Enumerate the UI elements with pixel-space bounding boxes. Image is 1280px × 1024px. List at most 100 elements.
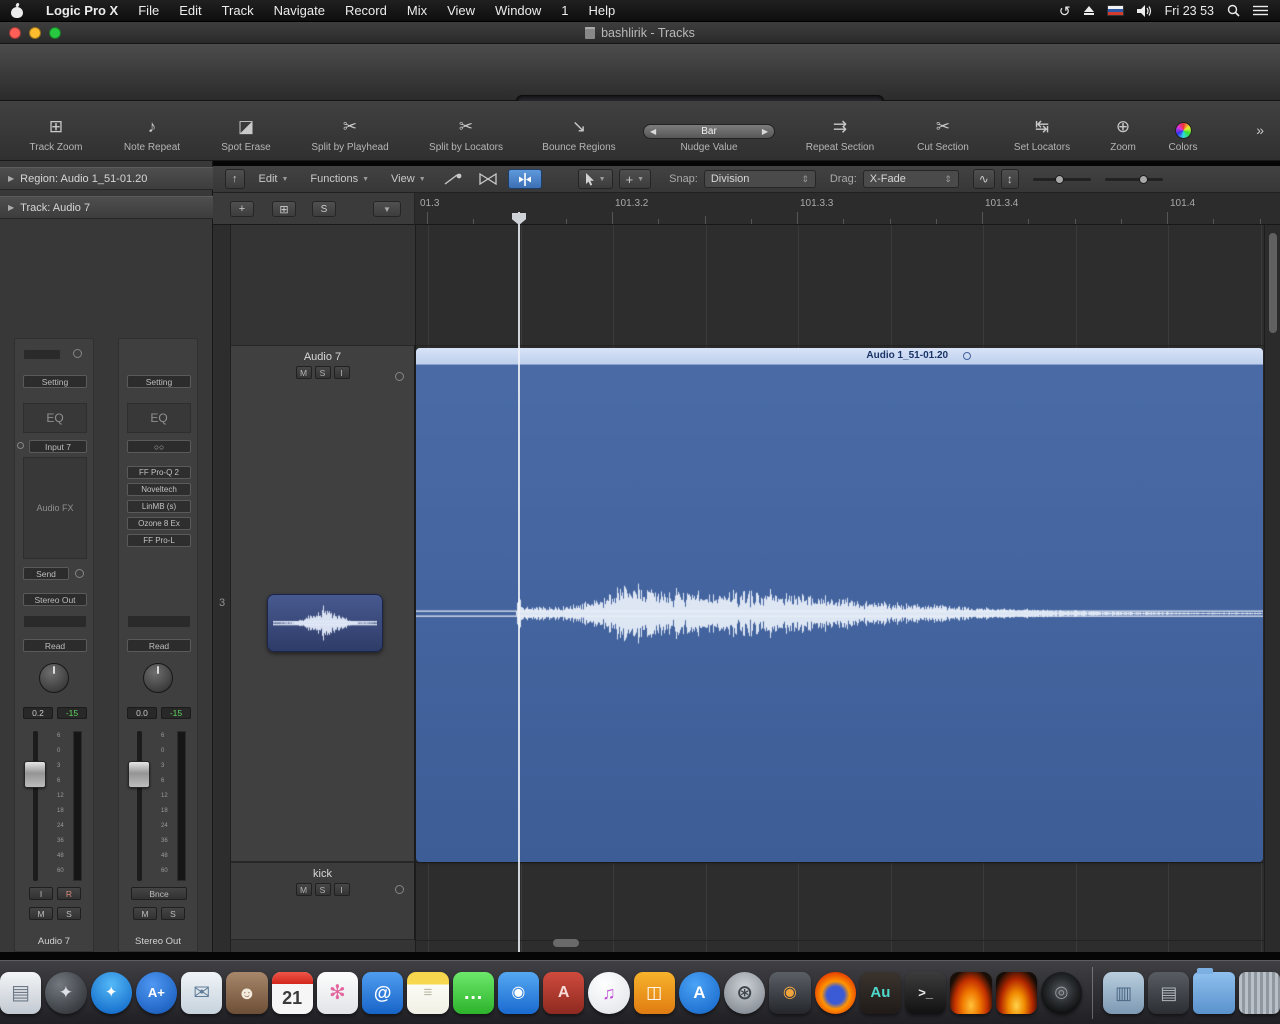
- snap-dropdown[interactable]: Division ⇕: [703, 170, 816, 188]
- dock-system-preferences-icon[interactable]: ⊛: [724, 971, 766, 1014]
- group-slot[interactable]: [23, 615, 87, 628]
- format-button[interactable]: ○○: [127, 440, 191, 453]
- dock-dictionary-icon[interactable]: A: [543, 971, 585, 1014]
- region-name[interactable]: Audio 1_51-01.20: [866, 350, 948, 361]
- solo-button[interactable]: S: [57, 907, 81, 920]
- setting-button[interactable]: Setting: [23, 375, 87, 388]
- track-i-button[interactable]: I: [333, 366, 350, 379]
- toolbar-button-nudge-value[interactable]: ◀ Bar ▶ Nudge Value: [634, 100, 784, 160]
- solo-tracks-button[interactable]: S: [312, 201, 336, 217]
- region-inspector-header[interactable]: ▶ Region: Audio 1_51-01.20: [0, 167, 213, 190]
- send-slot[interactable]: Send: [23, 567, 69, 580]
- region-loop-ring-icon[interactable]: [963, 352, 972, 360]
- view-menu[interactable]: View ▼: [383, 169, 434, 189]
- input-monitor-ring-icon[interactable]: [395, 372, 404, 381]
- phase-ring-icon[interactable]: [73, 349, 82, 358]
- menu-view[interactable]: View: [437, 3, 485, 18]
- crossfade-tool-button[interactable]: [440, 169, 468, 189]
- group-slot[interactable]: [127, 615, 191, 628]
- dock-mail-icon[interactable]: ✉: [181, 971, 223, 1014]
- output-slot[interactable]: Stereo Out: [23, 593, 87, 606]
- dock-books-icon[interactable]: ◫: [633, 971, 675, 1014]
- plugin-slot-ozone-8-ex[interactable]: Ozone 8 Ex: [127, 517, 191, 530]
- window-titlebar[interactable]: bashlirik - Tracks: [0, 22, 1280, 44]
- dock-launchpad-icon[interactable]: ✦: [45, 971, 87, 1014]
- dock-facetime-icon[interactable]: ◉: [497, 971, 539, 1014]
- gain-field[interactable]: [23, 349, 61, 360]
- pan-value[interactable]: 0.2: [23, 707, 53, 719]
- dock-finder-icon[interactable]: ▤: [0, 971, 42, 1014]
- menu-mix[interactable]: Mix: [397, 3, 437, 18]
- waveform-zoom-button[interactable]: ∿: [972, 169, 995, 189]
- dock-itunes-icon[interactable]: ♫: [588, 971, 630, 1014]
- mute-button[interactable]: M: [29, 907, 53, 920]
- dock-drive-icon[interactable]: ▥: [1102, 971, 1145, 1014]
- auto-vertical-zoom-button[interactable]: ↕: [1000, 169, 1019, 189]
- track-m-button[interactable]: M: [295, 883, 312, 896]
- dock-photo-booth-icon[interactable]: ◉: [769, 971, 811, 1014]
- playhead[interactable]: [518, 212, 520, 952]
- nudge-left-arrow-icon[interactable]: ◀: [650, 127, 656, 136]
- pan-knob[interactable]: [143, 663, 173, 693]
- menubar-clock[interactable]: Fri 23 53: [1165, 4, 1214, 18]
- track-m-button[interactable]: M: [295, 366, 312, 379]
- setting-button[interactable]: Setting: [127, 375, 191, 388]
- audio-region[interactable]: Audio 1_51-01.20: [416, 348, 1263, 862]
- menu-window[interactable]: Window: [485, 3, 551, 18]
- eject-icon[interactable]: [1083, 5, 1094, 16]
- pan-knob[interactable]: [39, 663, 69, 693]
- command-click-tool-menu[interactable]: + ▼: [618, 169, 652, 189]
- input-slot[interactable]: Input 7: [29, 440, 87, 453]
- volume-value[interactable]: -15: [161, 707, 191, 719]
- toolbar-button-zoom[interactable]: ⊕ Zoom: [1094, 100, 1152, 160]
- track-icon-thumbnail[interactable]: [267, 594, 383, 652]
- mute-button[interactable]: M: [133, 907, 157, 920]
- toolbar-button-split-by-playhead[interactable]: ✂ Split by Playhead: [292, 100, 408, 160]
- volume-fader[interactable]: [128, 761, 150, 788]
- volume-icon[interactable]: [1136, 4, 1152, 17]
- plugin-slot-linmb-s-[interactable]: LinMB (s): [127, 500, 191, 513]
- menu-file[interactable]: File: [128, 3, 169, 18]
- menu-edit[interactable]: Edit: [169, 3, 211, 18]
- eq-display[interactable]: EQ: [127, 403, 191, 433]
- catch-playhead-button[interactable]: ↑: [225, 169, 245, 189]
- bounce-button[interactable]: Bnce: [131, 887, 187, 900]
- vertical-scrollbar[interactable]: [1269, 233, 1277, 333]
- track-header-kick[interactable]: kick MSI: [231, 862, 415, 940]
- dock-firefox-icon[interactable]: [814, 971, 856, 1014]
- toolbar-button-set-locators[interactable]: ↹ Set Locators: [990, 100, 1094, 160]
- solo-button[interactable]: S: [161, 907, 185, 920]
- flex-mode-button[interactable]: [507, 169, 542, 189]
- dock-notes-icon[interactable]: ≡: [407, 971, 449, 1014]
- track-s-button[interactable]: S: [314, 366, 331, 379]
- nudge-stepper[interactable]: ◀ Bar ▶: [643, 124, 775, 139]
- marquee-tool-button[interactable]: [474, 169, 502, 189]
- toolbar-button-colors[interactable]: Colors: [1152, 100, 1214, 160]
- toolbar-button-bounce-regions[interactable]: ↘ Bounce Regions: [524, 100, 634, 160]
- channel-strip-name[interactable]: Audio 7: [15, 936, 93, 947]
- menu-record[interactable]: Record: [335, 3, 397, 18]
- input-language-flag-icon[interactable]: [1106, 5, 1124, 16]
- toolbar-button-note-repeat[interactable]: ♪ Note Repeat: [104, 100, 200, 160]
- plugin-slot-ff-pro-l[interactable]: FF Pro-L: [127, 534, 191, 547]
- edit-menu[interactable]: Edit ▼: [251, 169, 297, 189]
- channel-strip-name[interactable]: Stereo Out: [119, 936, 197, 947]
- horizontal-scrollbar[interactable]: [553, 939, 579, 947]
- eq-display[interactable]: EQ: [23, 403, 87, 433]
- toolbar-more-icon[interactable]: »: [1256, 122, 1280, 160]
- dock-mail-app-icon[interactable]: @: [362, 971, 404, 1014]
- add-track-button[interactable]: +: [230, 201, 254, 217]
- dock-rme-flash-icon[interactable]: [995, 971, 1037, 1014]
- left-click-tool-menu[interactable]: ▼: [577, 169, 613, 189]
- dock-calendar-icon[interactable]: 21: [271, 971, 313, 1014]
- input-monitor-ring-icon[interactable]: [395, 885, 404, 894]
- track-header-audio7[interactable]: Audio 7 MSI: [231, 345, 415, 862]
- menu-help[interactable]: Help: [579, 3, 626, 18]
- dock-photos-icon[interactable]: ✻: [316, 971, 358, 1014]
- toolbar-button-cut-section[interactable]: ✂ Cut Section: [896, 100, 990, 160]
- dock-grades-icon[interactable]: A+: [135, 971, 177, 1014]
- duplicate-track-button[interactable]: ⊞: [272, 201, 296, 217]
- region-header[interactable]: Audio 1_51-01.20: [416, 348, 1263, 365]
- menu-track[interactable]: Track: [212, 3, 264, 18]
- automation-mode-button[interactable]: Read: [23, 639, 87, 652]
